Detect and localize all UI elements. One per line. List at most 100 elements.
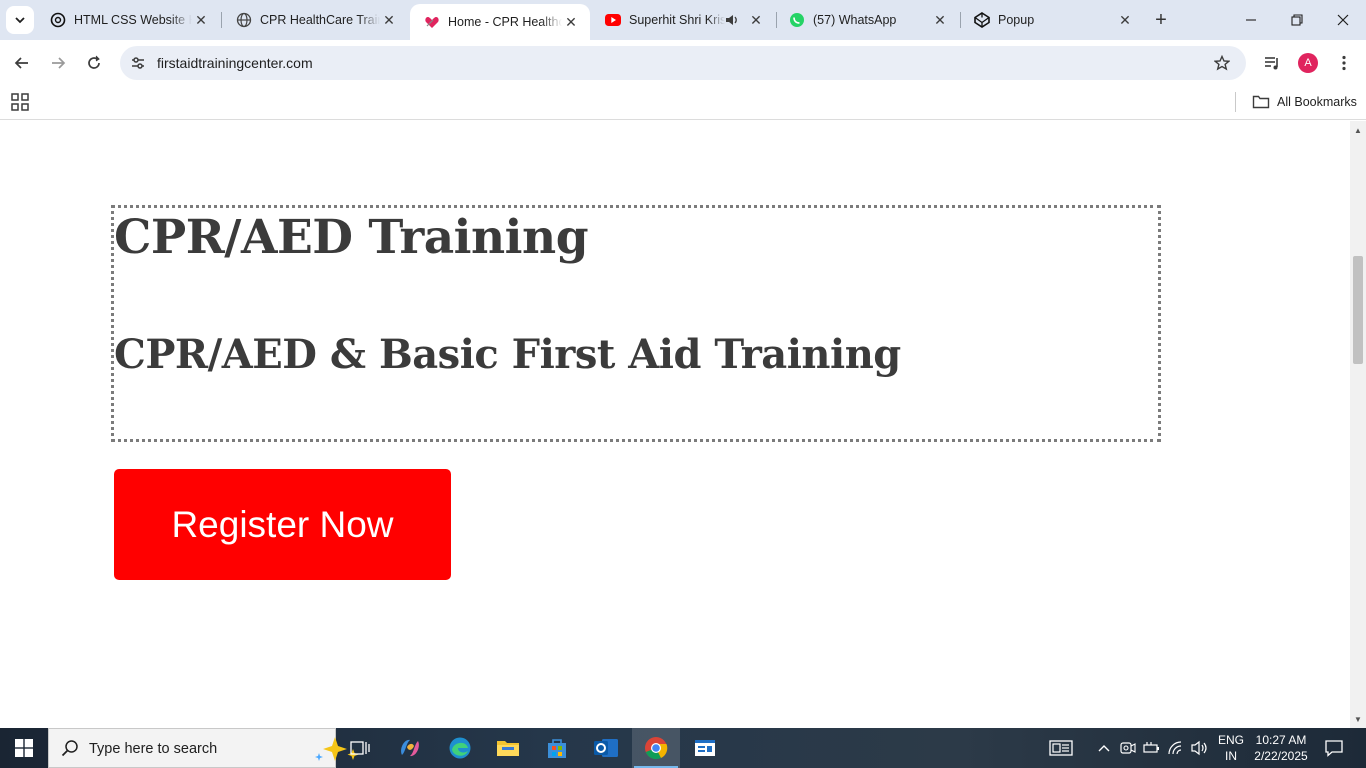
show-hidden-icons-button[interactable] xyxy=(1094,728,1114,768)
close-icon[interactable]: ✕ xyxy=(1116,11,1134,29)
tab-title: (57) WhatsApp xyxy=(813,13,897,27)
youtube-icon xyxy=(605,12,621,28)
search-icon xyxy=(61,740,78,757)
address-bar[interactable]: firstaidtrainingcenter.com xyxy=(120,46,1246,80)
register-now-button[interactable]: Register Now xyxy=(114,469,451,580)
chrome-button[interactable] xyxy=(632,728,680,768)
region-code: IN xyxy=(1224,749,1237,763)
input-language-indicator[interactable]: ENG IN xyxy=(1212,728,1250,768)
forward-button[interactable] xyxy=(43,48,73,78)
reload-icon xyxy=(88,55,100,69)
heading-container: CPR/AED Training CPR/AED & Basic First A… xyxy=(111,205,1161,442)
clock[interactable]: 10:27 AM 2/22/2025 xyxy=(1250,728,1312,768)
back-button[interactable] xyxy=(7,48,37,78)
globe-icon xyxy=(236,12,252,28)
scroll-down-arrow-icon[interactable]: ▼ xyxy=(1350,712,1366,726)
notification-icon xyxy=(1325,740,1343,757)
tab-whatsapp[interactable]: (57) WhatsApp ✕ xyxy=(775,0,959,40)
tab-title: CPR HealthCare Train xyxy=(260,13,380,27)
reload-button[interactable] xyxy=(79,48,109,78)
copilot-icon xyxy=(401,739,419,757)
tab-title: Popup xyxy=(998,13,1035,27)
task-view-icon xyxy=(350,741,370,755)
close-icon[interactable]: ✕ xyxy=(747,11,765,29)
chrome-icon xyxy=(645,737,668,760)
windows-taskbar: Type here to search ENG IN 10:27 AM 2/22… xyxy=(0,728,1366,768)
outlook-button[interactable] xyxy=(582,728,630,768)
tab-home-cpr-healthcare[interactable]: Home - CPR Healthca ✕ xyxy=(410,4,590,40)
all-bookmarks-button[interactable]: All Bookmarks xyxy=(1252,92,1357,112)
start-button[interactable] xyxy=(0,728,48,768)
volume-control[interactable] xyxy=(1189,728,1211,768)
clock-date: 2/22/2025 xyxy=(1254,749,1308,763)
tab-title: HTML CSS Website H xyxy=(74,13,192,27)
meet-now-button[interactable] xyxy=(1118,728,1138,768)
close-icon xyxy=(1337,14,1349,26)
tab-popup[interactable]: Popup ✕ xyxy=(960,0,1144,40)
back-arrow-icon xyxy=(14,57,28,69)
tab-strip: HTML CSS Website H ✕ CPR HealthCare Trai… xyxy=(0,0,1366,40)
action-center-button[interactable] xyxy=(1318,728,1350,768)
search-placeholder: Type here to search xyxy=(89,741,218,757)
tab-youtube[interactable]: Superhit Shri Krisl ✕ xyxy=(591,0,775,40)
tab-title: Superhit Shri Krisl xyxy=(629,13,725,27)
task-view-button[interactable] xyxy=(336,728,384,768)
tab-cpr-healthcare-train[interactable]: CPR HealthCare Train ✕ xyxy=(222,0,408,40)
folder-icon xyxy=(1252,95,1270,109)
bookmarks-divider xyxy=(1235,92,1236,112)
clock-time: 10:27 AM xyxy=(1255,733,1307,747)
file-explorer-button[interactable] xyxy=(484,728,532,768)
page-content: CPR/AED Training CPR/AED & Basic First A… xyxy=(0,121,1350,728)
edge-icon xyxy=(449,737,471,759)
tab-html-css[interactable]: HTML CSS Website H ✕ xyxy=(36,0,220,40)
edge-button[interactable] xyxy=(436,728,484,768)
apps-grid-icon[interactable] xyxy=(11,93,29,111)
battery-plug-icon xyxy=(1143,742,1159,753)
scroll-up-arrow-icon[interactable]: ▲ xyxy=(1350,123,1366,137)
chevron-down-icon xyxy=(15,17,25,24)
close-window-button[interactable] xyxy=(1320,0,1366,40)
site-info-icon[interactable] xyxy=(128,53,148,73)
scrollbar-thumb[interactable] xyxy=(1353,256,1363,364)
close-icon[interactable]: ✕ xyxy=(562,13,580,31)
minimize-button[interactable] xyxy=(1228,0,1274,40)
profile-avatar[interactable]: A xyxy=(1298,53,1318,73)
speaker-icon[interactable] xyxy=(725,13,741,27)
outlook-icon xyxy=(594,739,618,757)
microsoft-store-button[interactable] xyxy=(533,728,581,768)
browser-toolbar: firstaidtrainingcenter.com xyxy=(0,40,1366,86)
close-icon[interactable]: ✕ xyxy=(380,11,398,29)
bookmark-star-icon[interactable] xyxy=(1212,53,1232,73)
tab-title: Home - CPR Healthca xyxy=(448,15,562,29)
media-control-button[interactable] xyxy=(1259,50,1285,76)
browser-menu-button[interactable] xyxy=(1331,50,1357,76)
folder-icon xyxy=(497,741,519,756)
speaker-icon xyxy=(1191,740,1207,756)
bookmarks-bar: All Bookmarks xyxy=(0,86,1366,120)
new-tab-button[interactable]: + xyxy=(1150,9,1172,31)
taskbar-app-button[interactable] xyxy=(681,728,729,768)
tab-search-button[interactable] xyxy=(6,6,34,34)
more-vertical-icon xyxy=(1342,55,1346,71)
battery-status[interactable] xyxy=(1142,728,1162,768)
news-widget-button[interactable] xyxy=(1044,728,1078,768)
restore-icon xyxy=(1291,14,1303,26)
whatsapp-icon xyxy=(789,12,805,28)
copilot-button[interactable] xyxy=(386,728,434,768)
network-status[interactable] xyxy=(1166,728,1188,768)
wifi-icon xyxy=(1168,741,1182,755)
taskbar-search-box[interactable]: Type here to search xyxy=(48,728,359,768)
close-icon[interactable]: ✕ xyxy=(931,11,949,29)
chatgpt-icon xyxy=(50,12,66,28)
app-window-icon xyxy=(695,740,715,756)
page-subtitle: CPR/AED & Basic First Aid Training xyxy=(114,331,901,378)
heart-icon xyxy=(424,14,440,30)
language-code: ENG xyxy=(1217,733,1244,747)
windows-logo-icon xyxy=(15,739,33,757)
codepen-icon xyxy=(974,12,990,28)
minimize-icon xyxy=(1246,19,1256,21)
url-text[interactable]: firstaidtrainingcenter.com xyxy=(157,55,313,71)
restore-button[interactable] xyxy=(1274,0,1320,40)
vertical-scrollbar[interactable]: ▲ ▼ xyxy=(1350,121,1366,728)
close-icon[interactable]: ✕ xyxy=(192,11,210,29)
